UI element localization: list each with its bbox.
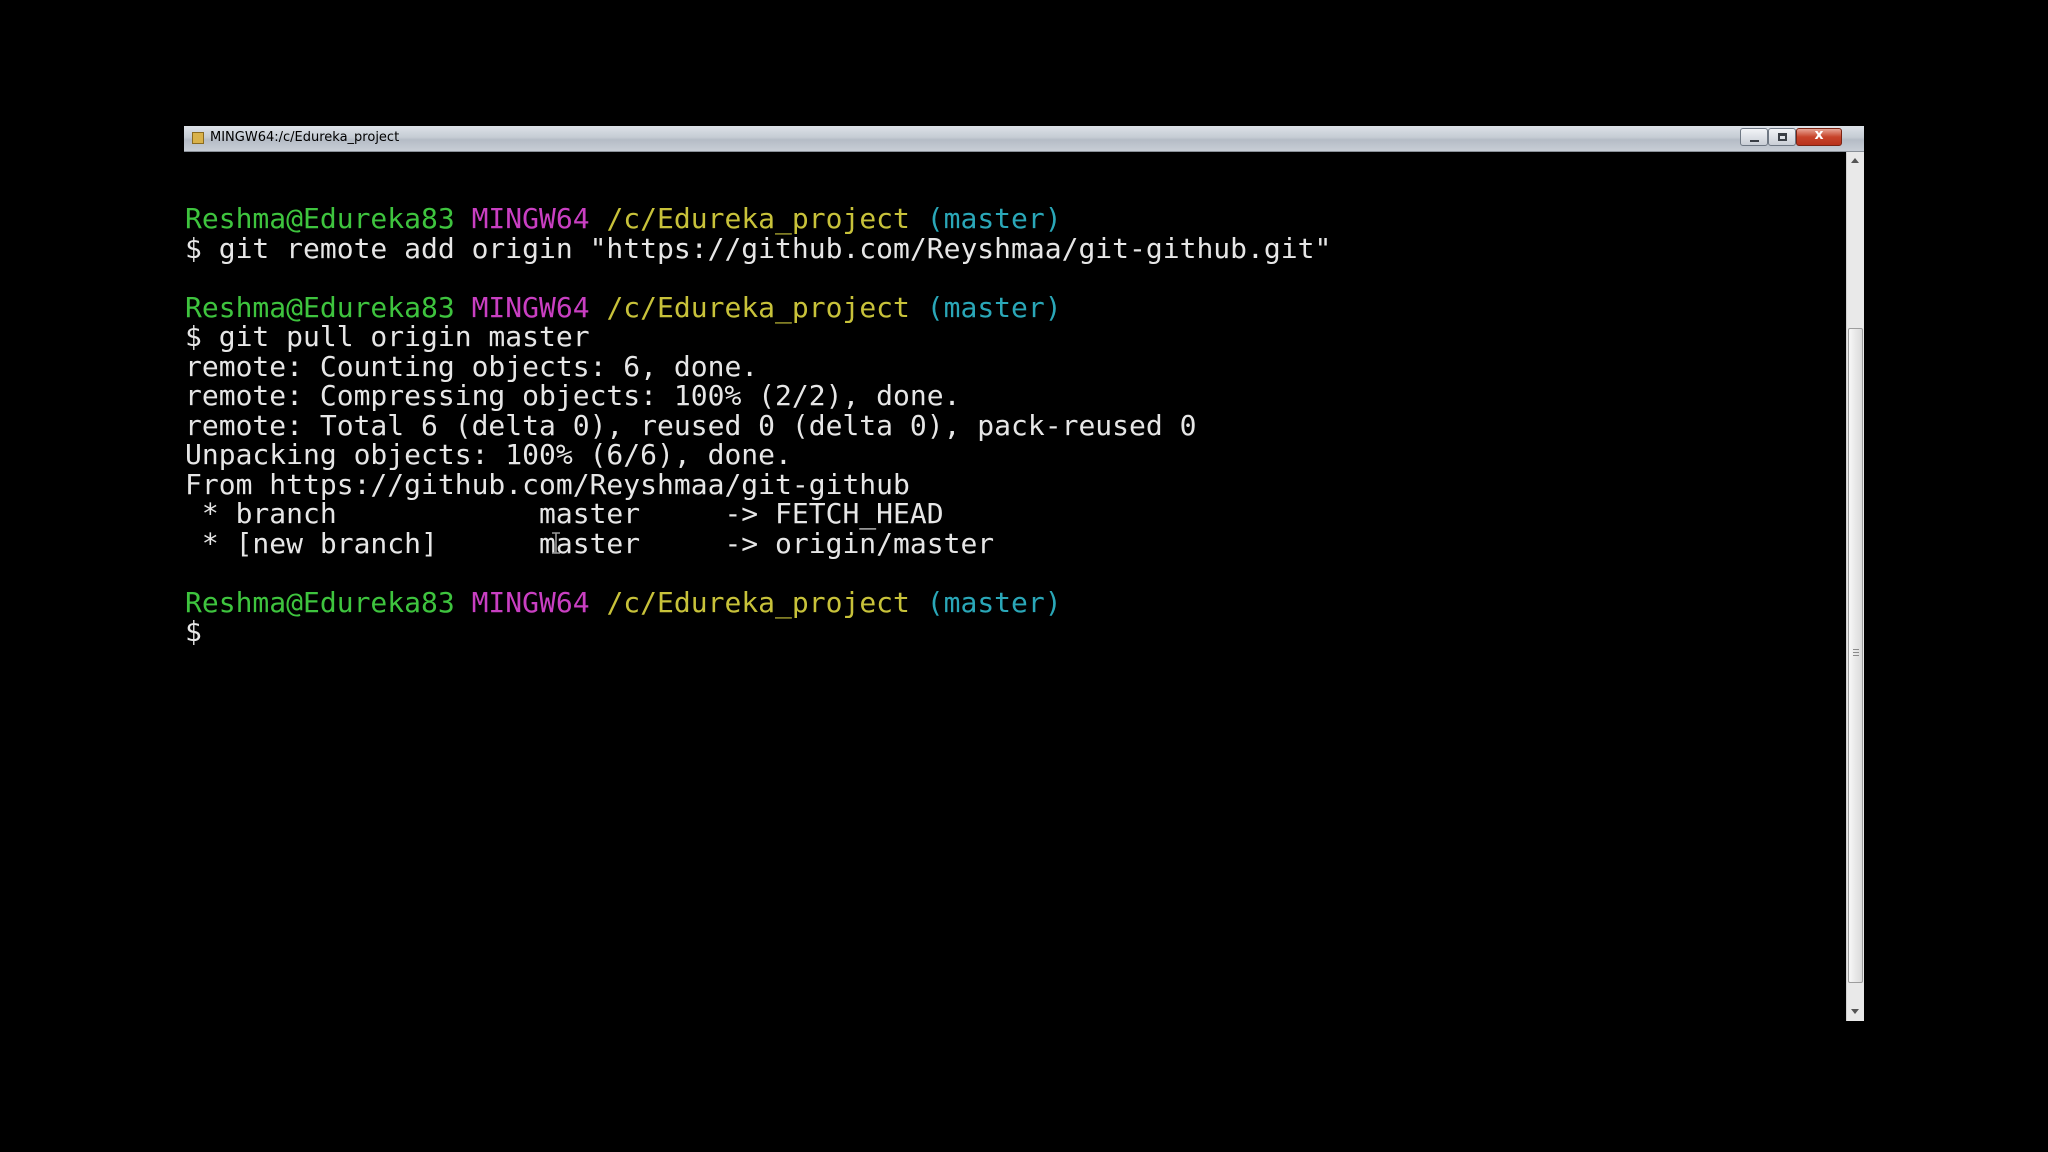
prompt-user-host: Reshma@Edureka83 <box>185 585 455 619</box>
arrow-up-icon <box>1851 158 1859 163</box>
close-button[interactable]: x <box>1796 127 1842 146</box>
output-line: * branch master -> FETCH_HEAD <box>185 497 944 530</box>
terminal-icon <box>192 132 204 144</box>
prompt-branch: (master) <box>926 202 1062 235</box>
prompt-system: MINGW64 <box>471 202 590 235</box>
output-line: remote: Total 6 (delta 0), reused 0 (del… <box>185 408 1197 442</box>
grip-icon <box>1853 652 1859 653</box>
output-line: remote: Counting objects: 6, done. <box>185 349 759 383</box>
window-title: MINGW64:/c/Edureka_project <box>210 130 400 145</box>
arrow-down-icon <box>1851 1009 1859 1014</box>
prompt-path: /c/Edureka_project <box>606 290 910 324</box>
console-output[interactable]: Reshma@Edureka83 MINGW64 /c/Edureka_proj… <box>184 152 1846 1021</box>
maximize-button[interactable] <box>1768 128 1796 146</box>
grip-icon <box>1853 655 1859 656</box>
scroll-thumb[interactable] <box>1848 328 1863 983</box>
output-line: remote: Compressing objects: 100% (2/2),… <box>185 379 961 412</box>
output-line: * [new branch] master -> origin/master <box>185 526 995 560</box>
close-icon: x <box>1814 127 1824 143</box>
prompt-branch: (master) <box>926 290 1062 324</box>
vertical-scrollbar[interactable] <box>1846 152 1864 1021</box>
scroll-down-button[interactable] <box>1847 1003 1864 1021</box>
minimize-icon <box>1750 140 1759 142</box>
command-line: $ git pull origin master <box>185 320 590 353</box>
console-lines: Reshma@Edureka83 MINGW64 /c/Edureka_proj… <box>185 204 1331 647</box>
output-line: Unpacking objects: 100% (6/6), done. <box>185 438 792 471</box>
prompt-path: /c/Edureka_project <box>606 585 910 619</box>
prompt-branch: (master) <box>926 585 1062 619</box>
scroll-up-button[interactable] <box>1847 152 1864 170</box>
prompt-path: /c/Edureka_project <box>606 202 910 235</box>
prompt-system: MINGW64 <box>471 290 590 324</box>
prompt-user-host: Reshma@Edureka83 <box>185 202 455 235</box>
prompt-line: Reshma@Edureka83 MINGW64 /c/Edureka_proj… <box>185 204 1331 234</box>
input-line[interactable]: $ <box>185 617 1331 647</box>
prompt-line: Reshma@Edureka83 MINGW64 /c/Edureka_proj… <box>185 290 1331 324</box>
i-beam-cursor-icon <box>552 532 560 554</box>
prompt-line: Reshma@Edureka83 MINGW64 /c/Edureka_proj… <box>185 585 1331 619</box>
command-line: $ git remote add origin "https://github.… <box>185 231 1332 265</box>
grip-icon <box>1853 649 1859 650</box>
output-line: From https://github.com/Reyshmaa/git-git… <box>185 467 910 501</box>
terminal-window[interactable]: MINGW64:/c/Edureka_project x Reshma@Edur… <box>184 126 1864 1021</box>
title-bar[interactable]: MINGW64:/c/Edureka_project x <box>184 126 1864 152</box>
prompt-system: MINGW64 <box>471 585 590 619</box>
prompt-user-host: Reshma@Edureka83 <box>185 290 455 324</box>
maximize-icon <box>1778 133 1787 141</box>
minimize-button[interactable] <box>1740 128 1768 146</box>
